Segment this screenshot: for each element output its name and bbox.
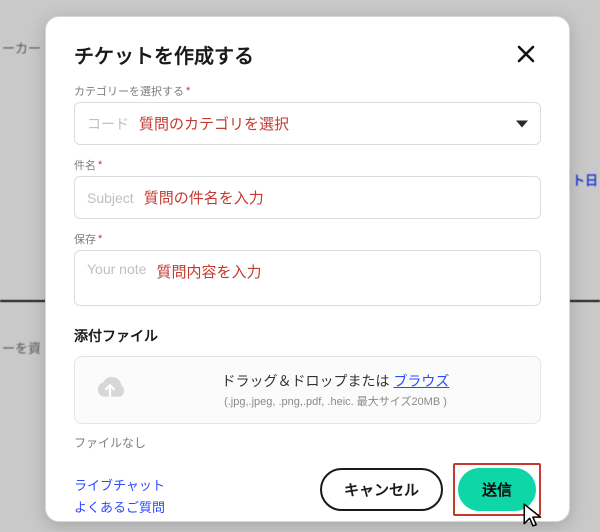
accepted-formats: (.jpg,.jpeg, .png,.pdf, .heic. 最大サイズ20MB…: [147, 393, 524, 409]
drag-drop-text: ドラッグ＆ドロップまたは: [222, 373, 394, 389]
category-group: カテゴリーを選択する * コード 質問のカテゴリを選択: [74, 83, 541, 145]
submit-button[interactable]: 送信: [458, 468, 536, 511]
subject-label-text: 件名: [74, 157, 96, 173]
modal-footer: ライブチャット よくあるご質問 キャンセル 送信: [74, 455, 541, 516]
modal-title: チケットを作成する: [74, 40, 254, 69]
dropzone-text: ドラッグ＆ドロップまたは ブラウズ (.jpg,.jpeg, .png,.pdf…: [147, 371, 524, 409]
footer-links: ライブチャット よくあるご質問: [74, 475, 165, 516]
category-select[interactable]: コード 質問のカテゴリを選択: [74, 102, 541, 145]
live-chat-link[interactable]: ライブチャット: [74, 475, 165, 494]
category-hint: 質問のカテゴリを選択: [139, 113, 289, 134]
attachment-section-title: 添付ファイル: [74, 326, 541, 346]
category-label: カテゴリーを選択する *: [74, 83, 541, 99]
create-ticket-modal: チケットを作成する カテゴリーを選択する * コード 質問のカテゴリを選択 件名…: [45, 16, 570, 522]
category-placeholder: コード: [87, 114, 129, 134]
subject-label: 件名 *: [74, 157, 541, 173]
faq-link[interactable]: よくあるご質問: [74, 497, 165, 516]
browse-link[interactable]: ブラウズ: [393, 373, 449, 389]
subject-group: 件名 * Subject 質問の件名を入力: [74, 157, 541, 219]
subject-input[interactable]: Subject 質問の件名を入力: [74, 176, 541, 219]
note-textarea[interactable]: Your note 質問内容を入力: [74, 250, 541, 306]
required-mark: *: [186, 85, 190, 97]
footer-buttons: キャンセル 送信: [320, 463, 541, 516]
close-button[interactable]: [511, 39, 541, 69]
file-dropzone[interactable]: ドラッグ＆ドロップまたは ブラウズ (.jpg,.jpeg, .png,.pdf…: [74, 356, 541, 424]
category-label-text: カテゴリーを選択する: [74, 83, 184, 99]
no-file-text: ファイルなし: [74, 434, 541, 451]
modal-header: チケットを作成する: [74, 39, 541, 69]
cancel-button[interactable]: キャンセル: [320, 468, 443, 511]
submit-highlight: 送信: [453, 463, 541, 516]
note-label: 保存 *: [74, 231, 541, 247]
upload-cloud-icon: [91, 375, 129, 405]
chevron-down-icon: [516, 120, 528, 127]
note-label-text: 保存: [74, 231, 96, 247]
subject-hint: 質問の件名を入力: [144, 187, 264, 208]
note-placeholder: Your note: [87, 261, 146, 277]
note-hint: 質問内容を入力: [156, 261, 261, 282]
note-group: 保存 * Your note 質問内容を入力: [74, 231, 541, 306]
required-mark: *: [98, 159, 102, 171]
close-icon: [516, 44, 536, 64]
required-mark: *: [98, 233, 102, 245]
subject-placeholder: Subject: [87, 190, 134, 206]
